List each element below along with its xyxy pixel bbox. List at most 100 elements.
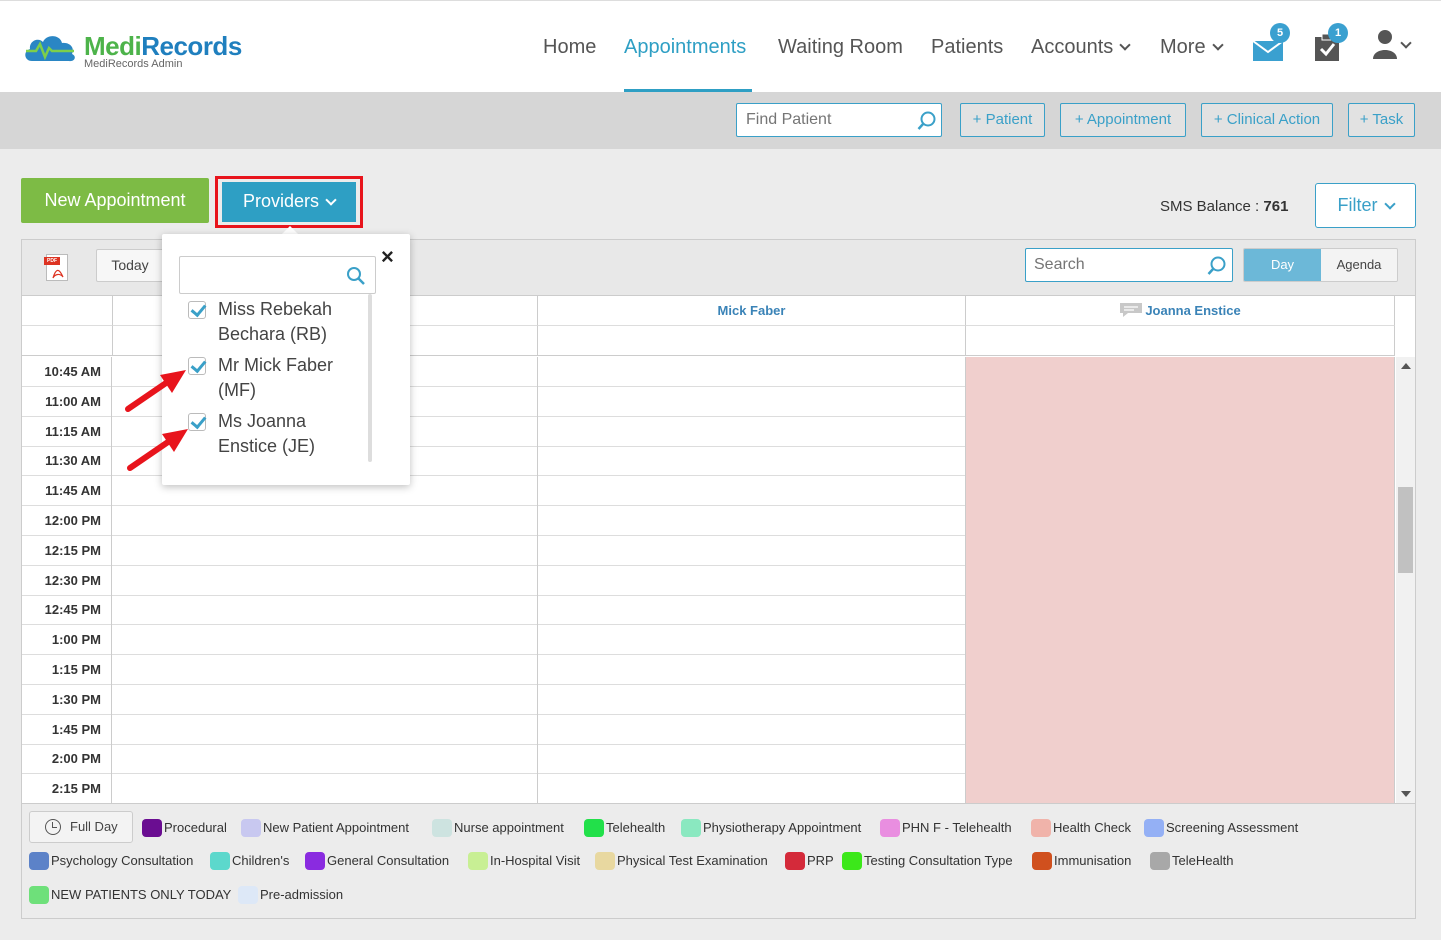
new-appointment-button[interactable]: New Appointment	[21, 178, 209, 223]
providers-button[interactable]: Providers	[222, 182, 356, 222]
view-agenda-button[interactable]: Agenda	[1321, 249, 1397, 281]
unavailable-slot-cell[interactable]	[966, 506, 1395, 536]
slot-cell[interactable]	[113, 684, 538, 715]
nav-accounts[interactable]: Accounts	[1031, 36, 1131, 59]
unavailable-slot-cell[interactable]	[966, 684, 1395, 715]
slot-cell[interactable]	[538, 506, 966, 536]
add-patient-button[interactable]: + Patient	[960, 103, 1045, 137]
slot-cell[interactable]	[113, 535, 538, 566]
filter-button[interactable]: Filter	[1315, 183, 1416, 228]
add-appointment-button[interactable]: + Appointment	[1060, 103, 1186, 137]
provider-column-mick-faber[interactable]: Mick Faber	[538, 296, 966, 326]
search-icon[interactable]	[917, 111, 937, 131]
slot-cell[interactable]	[113, 506, 538, 536]
legend-swatch	[238, 885, 258, 904]
slot-cell[interactable]	[538, 446, 966, 477]
close-icon[interactable]: ×	[381, 246, 394, 268]
providers-label: Providers	[242, 191, 320, 211]
checkbox-checked-icon[interactable]	[188, 301, 206, 319]
sms-balance-label: SMS Balance :	[1160, 198, 1260, 215]
legend-item: In-Hospital Visit	[468, 851, 580, 871]
calendar-search-input[interactable]	[1034, 256, 1204, 274]
slot-cell[interactable]	[113, 565, 538, 596]
unavailable-slot-cell[interactable]	[966, 357, 1395, 387]
slot-cell[interactable]	[538, 774, 966, 803]
cloud-logo-icon	[25, 36, 75, 62]
unavailable-slot-cell[interactable]	[966, 476, 1395, 507]
slot-cell[interactable]	[538, 535, 966, 566]
legend-label: Immunisation	[1054, 853, 1132, 868]
provider-option-label: Miss Rebekah Bechara (RB)	[218, 299, 333, 344]
find-patient-field[interactable]	[736, 103, 942, 137]
slot-cell[interactable]	[113, 625, 538, 656]
nav-appointments[interactable]: Appointments	[624, 36, 746, 59]
slot-cell[interactable]	[538, 357, 966, 387]
unavailable-slot-cell[interactable]	[966, 655, 1395, 685]
slot-cell[interactable]	[538, 744, 966, 775]
slot-cell[interactable]	[538, 714, 966, 745]
slot-cell[interactable]	[538, 684, 966, 715]
clock-icon	[45, 819, 61, 835]
scroll-thumb[interactable]	[1398, 487, 1413, 573]
messages-button[interactable]: 5	[1252, 23, 1292, 63]
find-patient-input[interactable]	[746, 111, 911, 129]
slot-cell[interactable]	[113, 744, 538, 775]
slot-cell[interactable]	[538, 386, 966, 417]
nav-waiting-room[interactable]: Waiting Room	[778, 36, 903, 59]
pdf-export-icon[interactable]: PDF	[44, 254, 68, 281]
search-icon[interactable]	[1207, 256, 1227, 276]
legend-item: Testing Consultation Type	[842, 851, 1013, 871]
slot-cell[interactable]	[538, 595, 966, 626]
unavailable-slot-cell[interactable]	[966, 565, 1395, 596]
time-label: 1:45 PM	[22, 714, 112, 745]
unavailable-slot-cell[interactable]	[966, 714, 1395, 745]
provider-option-rebekah[interactable]: Miss Rebekah Bechara (RB)	[188, 297, 358, 347]
slot-cell[interactable]	[113, 595, 538, 626]
unavailable-slot-cell[interactable]	[966, 416, 1395, 447]
unavailable-slot-cell[interactable]	[966, 446, 1395, 477]
legend-swatch	[241, 818, 261, 837]
slot-cell[interactable]	[538, 476, 966, 507]
calendar-scrollbar[interactable]	[1396, 357, 1415, 803]
legend-item: General Consultation	[305, 851, 449, 871]
unavailable-slot-cell[interactable]	[966, 774, 1395, 803]
scroll-up-icon[interactable]	[1401, 363, 1411, 369]
view-day-button[interactable]: Day	[1244, 249, 1321, 281]
calendar-search-field[interactable]	[1025, 248, 1233, 282]
full-day-button[interactable]: Full Day	[29, 811, 133, 843]
legend-swatch	[1144, 818, 1164, 837]
time-label: 12:00 PM	[22, 506, 112, 536]
slot-cell[interactable]	[538, 565, 966, 596]
medirecords-logo[interactable]: MediRecords MediRecords Admin	[22, 27, 262, 77]
scroll-down-icon[interactable]	[1401, 791, 1411, 797]
today-button[interactable]: Today	[96, 249, 164, 282]
chevron-down-icon	[1383, 198, 1396, 210]
user-menu[interactable]	[1372, 29, 1418, 63]
tasks-button[interactable]: 1	[1313, 23, 1353, 63]
unavailable-slot-cell[interactable]	[966, 744, 1395, 775]
legend-label: Nurse appointment	[454, 820, 564, 835]
slot-cell[interactable]	[113, 714, 538, 745]
slot-cell[interactable]	[538, 416, 966, 447]
nav-patients[interactable]: Patients	[931, 36, 1003, 59]
slot-cell[interactable]	[113, 774, 538, 803]
provider-option-joanna-enstice[interactable]: Ms Joanna Enstice (JE)	[188, 409, 358, 459]
unavailable-slot-cell[interactable]	[966, 595, 1395, 626]
unavailable-slot-cell[interactable]	[966, 386, 1395, 417]
nav-more[interactable]: More	[1160, 36, 1224, 59]
slot-cell[interactable]	[538, 625, 966, 656]
nav-home[interactable]: Home	[543, 36, 596, 59]
dropdown-scrollbar[interactable]	[368, 294, 372, 462]
legend-label: TeleHealth	[1172, 853, 1234, 868]
slot-cell[interactable]	[538, 655, 966, 685]
add-task-button[interactable]: + Task	[1348, 103, 1415, 137]
unavailable-slot-cell[interactable]	[966, 535, 1395, 566]
search-icon[interactable]	[346, 266, 366, 286]
provider-option-mick-faber[interactable]: Mr Mick Faber (MF)	[188, 353, 358, 403]
provider-search-input[interactable]	[186, 266, 336, 283]
provider-column-joanna-enstice[interactable]: Joanna Enstice	[966, 296, 1395, 326]
unavailable-slot-cell[interactable]	[966, 625, 1395, 656]
slot-cell[interactable]	[113, 655, 538, 685]
add-clinical-action-button[interactable]: + Clinical Action	[1201, 103, 1333, 137]
provider-search-field[interactable]	[179, 256, 376, 294]
